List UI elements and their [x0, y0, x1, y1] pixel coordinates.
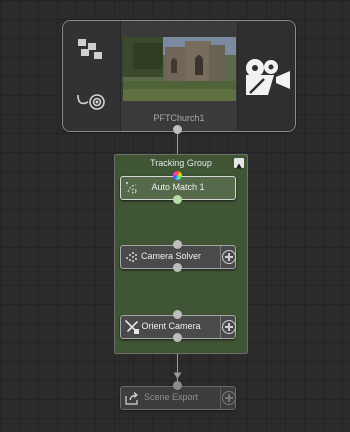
- node-label: Orient Camera: [141, 321, 201, 331]
- node-output-port[interactable]: [173, 333, 182, 342]
- movie-camera-icon[interactable]: [242, 57, 294, 97]
- node-label: Scene Export: [143, 392, 199, 402]
- clip-output-port[interactable]: [173, 125, 182, 134]
- collapse-group-button[interactable]: [234, 158, 244, 169]
- node-output-port[interactable]: [173, 263, 182, 272]
- plus-circle-icon[interactable]: [222, 250, 236, 264]
- clip-thumbnail: [123, 37, 236, 101]
- node-input-port[interactable]: [173, 381, 182, 390]
- node-input-port[interactable]: [173, 240, 182, 249]
- node-label: Camera Solver: [140, 251, 202, 261]
- node-label: Auto Match 1: [151, 182, 205, 192]
- clip-name: PFTChurch1: [153, 113, 205, 123]
- clip-node[interactable]: PFTChurch1: [62, 20, 296, 132]
- eye-target-icon[interactable]: [75, 90, 109, 114]
- group-title: Tracking Group: [150, 158, 212, 168]
- node-input-port[interactable]: [173, 310, 182, 319]
- clip-node-right-panel: [237, 21, 295, 131]
- node-input-port[interactable]: [173, 171, 182, 180]
- node-output-port[interactable]: [173, 195, 182, 204]
- triangle-up-icon: [236, 163, 242, 169]
- tracker-grid-icon[interactable]: [75, 37, 109, 63]
- plus-circle-icon[interactable]: [222, 320, 236, 334]
- plus-circle-icon[interactable]: [222, 391, 236, 405]
- clip-node-left-panel: [63, 21, 121, 131]
